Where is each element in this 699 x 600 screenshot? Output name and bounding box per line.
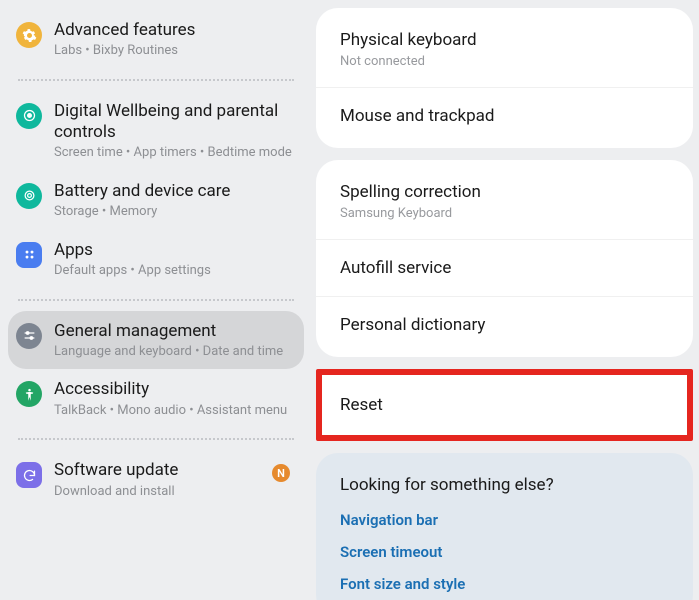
gear-icon xyxy=(16,22,42,48)
item-subtitle: Samsung Keyboard xyxy=(340,206,669,221)
sidebar-item-title: Accessibility xyxy=(54,379,296,400)
sidebar-item-advanced-features[interactable]: Advanced features Labs • Bixby Routines xyxy=(8,10,304,69)
item-spelling-correction[interactable]: Spelling correction Samsung Keyboard xyxy=(316,164,693,239)
item-title: Physical keyboard xyxy=(340,30,669,50)
accessibility-icon xyxy=(16,381,42,407)
item-reset[interactable]: Reset xyxy=(322,379,687,431)
sidebar-item-title: Digital Wellbeing and parental controls xyxy=(54,101,296,144)
suggestions-card: Looking for something else? Navigation b… xyxy=(316,453,693,600)
update-icon xyxy=(16,462,42,488)
item-physical-keyboard[interactable]: Physical keyboard Not connected xyxy=(316,12,693,87)
divider xyxy=(18,438,294,440)
item-subtitle: Not connected xyxy=(340,54,669,69)
settings-group-text: Spelling correction Samsung Keyboard Aut… xyxy=(316,160,693,357)
sidebar-item-title: Battery and device care xyxy=(54,181,296,202)
sidebar-item-subtitle: Download and install xyxy=(54,484,272,500)
sidebar-item-general-management[interactable]: General management Language and keyboard… xyxy=(8,311,304,370)
item-mouse-trackpad[interactable]: Mouse and trackpad xyxy=(316,87,693,144)
sidebar-item-title: General management xyxy=(54,321,296,342)
settings-group-input-devices: Physical keyboard Not connected Mouse an… xyxy=(316,8,693,148)
suggestion-link-navigation-bar[interactable]: Navigation bar xyxy=(340,511,669,529)
sidebar-item-subtitle: Storage • Memory xyxy=(54,204,296,220)
divider xyxy=(18,299,294,301)
item-title: Reset xyxy=(340,395,669,415)
sidebar-item-title: Apps xyxy=(54,240,296,261)
sidebar-item-accessibility[interactable]: Accessibility TalkBack • Mono audio • As… xyxy=(8,369,304,428)
item-title: Autofill service xyxy=(340,258,669,278)
item-title: Spelling correction xyxy=(340,182,669,202)
sidebar-item-subtitle: Labs • Bixby Routines xyxy=(54,43,296,59)
sidebar-item-subtitle: Screen time • App timers • Bedtime mode xyxy=(54,145,296,161)
detail-pane: Physical keyboard Not connected Mouse an… xyxy=(310,0,699,600)
settings-group-reset: Reset xyxy=(316,369,693,441)
sidebar-item-title: Software update xyxy=(54,460,272,481)
settings-sidebar: Advanced features Labs • Bixby Routines … xyxy=(0,0,310,600)
apps-icon xyxy=(16,242,42,268)
notification-badge: N xyxy=(272,464,290,482)
suggestions-heading: Looking for something else? xyxy=(340,475,669,495)
divider xyxy=(18,79,294,81)
item-autofill-service[interactable]: Autofill service xyxy=(316,239,693,296)
item-title: Personal dictionary xyxy=(340,315,669,335)
care-icon xyxy=(16,183,42,209)
suggestion-link-screen-timeout[interactable]: Screen timeout xyxy=(340,543,669,561)
sliders-icon xyxy=(16,323,42,349)
sidebar-item-subtitle: Language and keyboard • Date and time xyxy=(54,344,296,360)
wellbeing-icon xyxy=(16,103,42,129)
sidebar-item-subtitle: TalkBack • Mono audio • Assistant menu xyxy=(54,403,296,419)
sidebar-item-battery-device-care[interactable]: Battery and device care Storage • Memory xyxy=(8,171,304,230)
item-title: Mouse and trackpad xyxy=(340,106,669,126)
sidebar-item-software-update[interactable]: Software update Download and install N xyxy=(8,450,304,509)
sidebar-item-subtitle: Default apps • App settings xyxy=(54,263,296,279)
sidebar-item-title: Advanced features xyxy=(54,20,296,41)
sidebar-item-digital-wellbeing[interactable]: Digital Wellbeing and parental controls … xyxy=(8,91,304,171)
item-personal-dictionary[interactable]: Personal dictionary xyxy=(316,296,693,353)
sidebar-item-apps[interactable]: Apps Default apps • App settings xyxy=(8,230,304,289)
suggestion-link-font-size-style[interactable]: Font size and style xyxy=(340,575,669,593)
